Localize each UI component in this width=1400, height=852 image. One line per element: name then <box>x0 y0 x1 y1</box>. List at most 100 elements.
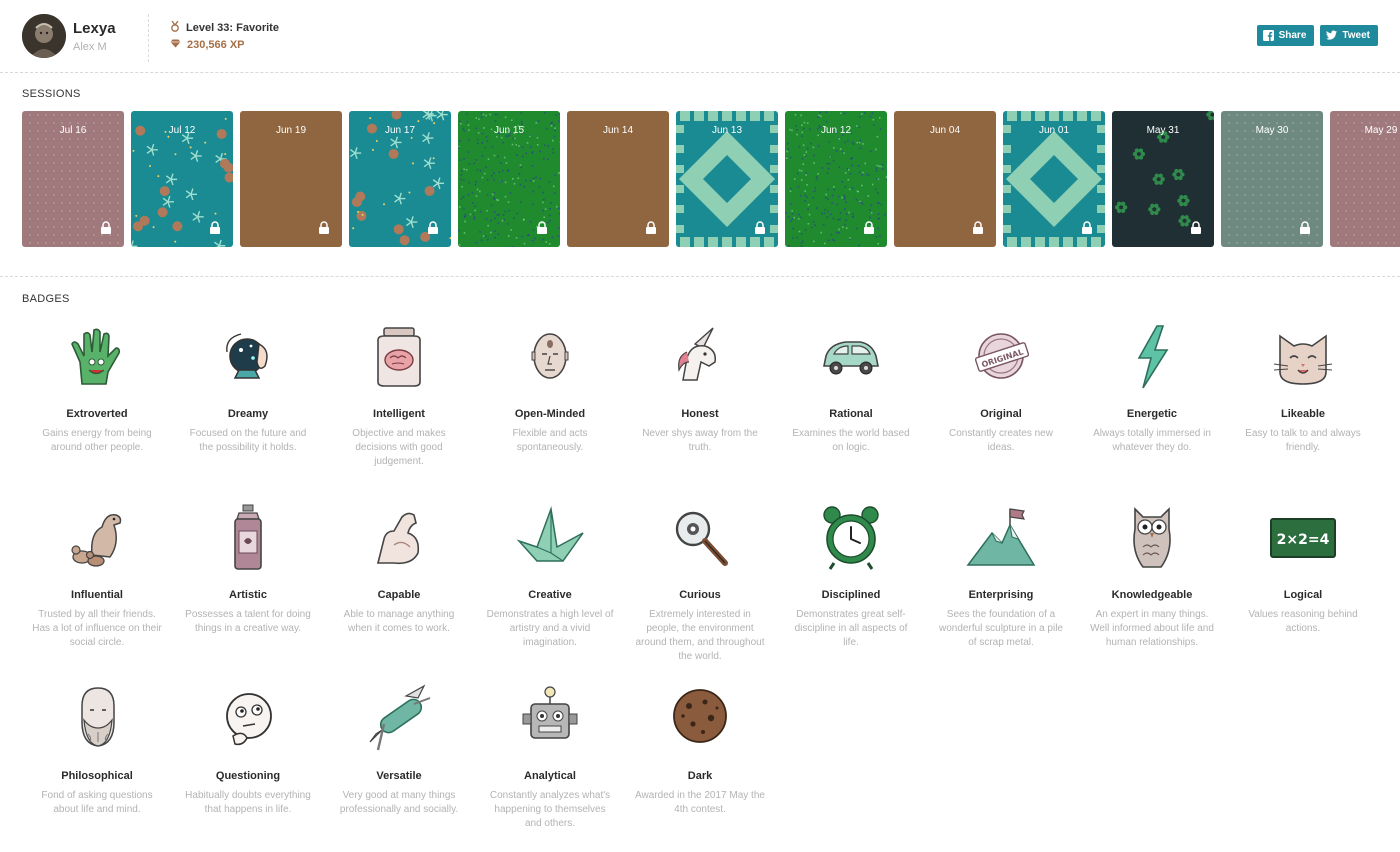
badge-description: Always totally immersed in whatever they… <box>1093 428 1211 453</box>
share-label: Share <box>1278 30 1307 41</box>
user-name: Lexya <box>73 20 116 37</box>
lock-icon <box>1191 221 1201 234</box>
sessions-heading: SESSIONS <box>22 88 81 100</box>
badge[interactable]: Capable Able to manage anything when it … <box>334 503 464 636</box>
third-eye-head-icon <box>515 322 585 392</box>
cat-face-icon <box>1268 322 1338 392</box>
badge[interactable]: Dreamy Focused on the future and the pos… <box>183 322 313 455</box>
session-date: Jun 17 <box>384 125 416 136</box>
lock-icon <box>537 221 547 234</box>
badge-name: Original <box>980 408 1022 420</box>
badge-name: Versatile <box>376 770 422 782</box>
badge[interactable]: Artistic Possesses a talent for doing th… <box>183 503 313 636</box>
session-card[interactable]: Jun 01 <box>1003 111 1105 247</box>
badge[interactable]: ORIGINAL Original Constantly creates new… <box>936 322 1066 455</box>
badge-description: Extremely interested in people, the envi… <box>635 609 765 662</box>
badge-description: Examines the world based on logic. <box>792 428 910 453</box>
lock-icon <box>646 221 656 234</box>
badge[interactable]: Curious Extremely interested in people, … <box>635 503 765 664</box>
badge-name: Questioning <box>215 770 281 782</box>
badge-description: Possesses a talent for doing things in a… <box>185 609 311 634</box>
session-date: Jun 15 <box>493 125 525 136</box>
session-card[interactable]: Jun 04 <box>894 111 996 247</box>
badge-description: Trusted by all their friends. Has a lot … <box>32 609 162 648</box>
smart-car-icon <box>816 322 886 392</box>
medal-icon <box>170 20 180 35</box>
session-card[interactable]: May 30 <box>1221 111 1323 247</box>
session-date: Jun 12 <box>820 125 852 136</box>
badge[interactable]: Energetic Always totally immersed in wha… <box>1087 322 1217 455</box>
original-stamp-icon: ORIGINAL <box>966 322 1036 392</box>
badge-name: Extroverted <box>66 408 128 420</box>
avatar[interactable] <box>22 14 66 58</box>
badge-description: Easy to talk to and always friendly. <box>1245 428 1361 453</box>
session-card[interactable]: Jun 17 <box>349 111 451 247</box>
badge[interactable]: Knowledgeable An expert in many things. … <box>1087 503 1217 650</box>
badge-name: Enterprising <box>968 589 1034 601</box>
monster-hand-icon <box>62 322 132 392</box>
tweet-label: Tweet <box>1342 30 1370 41</box>
tweet-button[interactable]: Tweet <box>1320 25 1378 46</box>
facebook-share-button[interactable]: Share <box>1256 25 1315 46</box>
lightning-bolt-icon <box>1117 322 1187 392</box>
badge-description: Able to manage anything when it comes to… <box>343 609 455 634</box>
session-card[interactable]: May 29 <box>1330 111 1400 247</box>
session-card[interactable]: Jun 14 <box>567 111 669 247</box>
badge[interactable]: Honest Never shys away from the truth. <box>635 322 765 455</box>
badge[interactable]: Disciplined Demonstrates great self-disc… <box>786 503 916 650</box>
badge[interactable]: Creative Demonstrates a high level of ar… <box>485 503 615 650</box>
badge[interactable]: Enterprising Sees the foundation of a wo… <box>936 503 1066 650</box>
badge[interactable]: Likeable Easy to talk to and always frie… <box>1238 322 1368 455</box>
brain-jar-icon <box>364 322 434 392</box>
cookie-planet-icon <box>665 684 735 754</box>
chalkboard-icon: 2×2=4 <box>1268 503 1338 573</box>
philosopher-bust-icon <box>62 684 132 754</box>
xp-value: 230,566 XP <box>187 39 245 51</box>
badge[interactable]: Questioning Habitually doubts everything… <box>183 684 313 817</box>
lock-icon <box>755 221 765 234</box>
session-card[interactable]: Jun 15 <box>458 111 560 247</box>
badge-name: Artistic <box>229 589 267 601</box>
badge[interactable]: Analytical Constantly analyzes what's ha… <box>485 684 615 831</box>
session-card[interactable]: May 31 <box>1112 111 1214 247</box>
badge[interactable]: Rational Examines the world based on log… <box>786 322 916 455</box>
spray-can-icon <box>213 503 283 573</box>
badge[interactable]: Open-Minded Flexible and acts spontaneou… <box>485 322 615 455</box>
owl-icon <box>1117 503 1187 573</box>
badge[interactable]: Intelligent Objective and makes decision… <box>334 322 464 469</box>
badge-name: Logical <box>1283 589 1323 601</box>
svg-text:2×2=4: 2×2=4 <box>1277 532 1330 548</box>
section-divider <box>0 276 1400 277</box>
badge-description: Very good at many things professionally … <box>339 790 459 815</box>
sessions-strip: Jul 16 Jul 12 Jun 19 Jun 17 Jun 15 Jun 1… <box>22 111 1400 247</box>
session-card[interactable]: Jun 13 <box>676 111 778 247</box>
badge-name: Intelligent <box>373 408 425 420</box>
badge[interactable]: Dark Awarded in the 2017 May the 4th con… <box>635 684 765 817</box>
lock-icon <box>973 221 983 234</box>
badge-name: Energetic <box>1126 408 1178 420</box>
mountain-flag-icon <box>966 503 1036 573</box>
session-card[interactable]: Jun 19 <box>240 111 342 247</box>
badge[interactable]: Philosophical Fond of asking questions a… <box>32 684 162 817</box>
facebook-icon <box>1262 30 1274 41</box>
badge[interactable]: Extroverted Gains energy from being arou… <box>32 322 162 455</box>
session-date: Jul 12 <box>168 125 196 136</box>
session-date: Jun 01 <box>1038 125 1070 136</box>
badge[interactable]: 2×2=4 Logical Values reasoning behind ac… <box>1238 503 1368 636</box>
badge-description: An expert in many things. Well informed … <box>1090 609 1214 648</box>
badge[interactable]: Versatile Very good at many things profe… <box>334 684 464 817</box>
session-card[interactable]: Jul 16 <box>22 111 124 247</box>
badge-description: Demonstrates great self-discipline in al… <box>794 609 908 648</box>
paper-crane-icon <box>515 503 585 573</box>
badge-description: Demonstrates a high level of artistry an… <box>486 609 614 648</box>
gem-icon <box>170 39 181 51</box>
thinking-face-icon <box>213 684 283 754</box>
session-card[interactable]: Jul 12 <box>131 111 233 247</box>
lock-icon <box>319 221 329 234</box>
profile-header: Lexya Alex M Level 33: Favorite 230,566 … <box>0 0 1400 73</box>
session-card[interactable]: Jun 12 <box>785 111 887 247</box>
badge-name: Disciplined <box>821 589 881 601</box>
lock-icon <box>428 221 438 234</box>
badge[interactable]: Influential Trusted by all their friends… <box>32 503 162 650</box>
session-date: Jul 16 <box>59 125 87 136</box>
